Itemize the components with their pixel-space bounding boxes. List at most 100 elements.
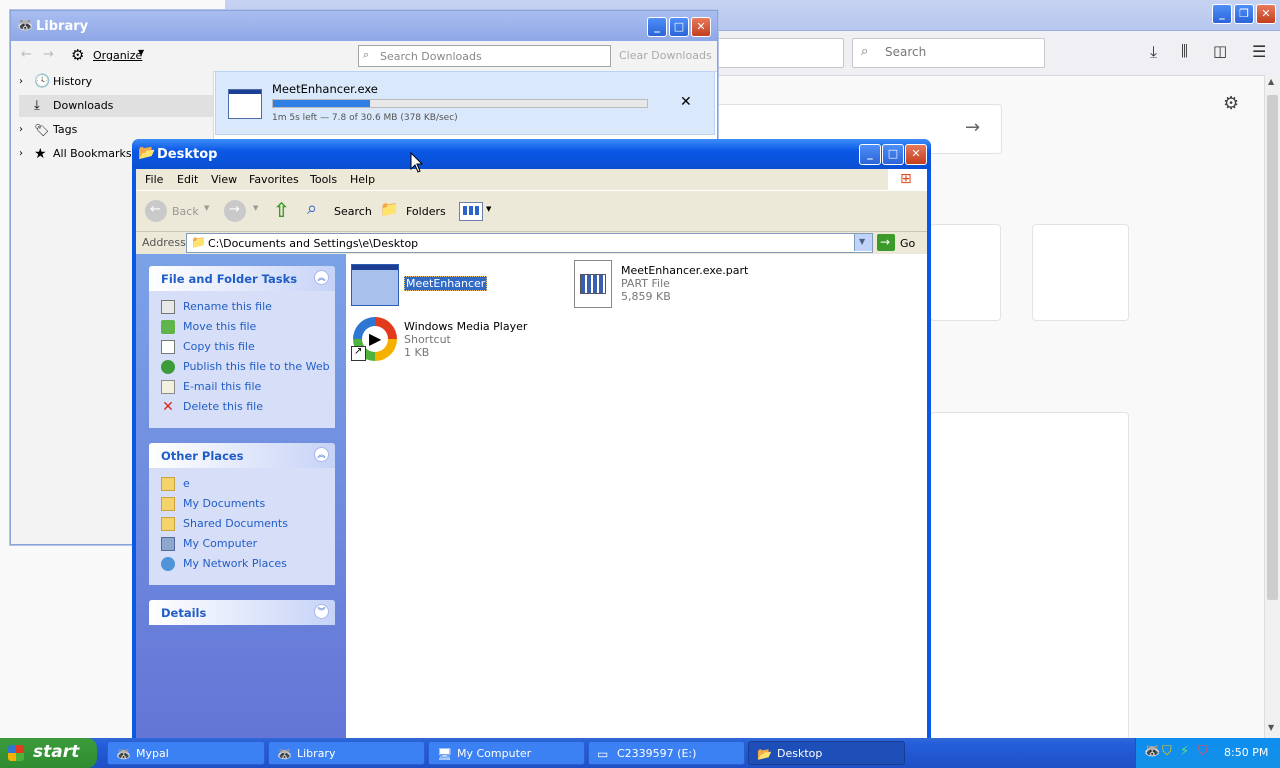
library-maximize-button[interactable]: □ (669, 17, 689, 37)
explorer-close-button[interactable]: ✕ (905, 144, 927, 165)
forward-arrow-icon[interactable]: → (43, 47, 54, 62)
expand-arrow-icon[interactable]: › (19, 143, 23, 165)
file-type: PART File (621, 277, 670, 290)
copy-file-task[interactable]: Copy this file (161, 338, 255, 356)
expand-arrow-icon[interactable]: › (19, 71, 23, 93)
file-item[interactable]: ▶ ↗ Windows Media Player Shortcut 1 KB (351, 316, 571, 366)
browser-minimize-button[interactable]: _ (1212, 4, 1232, 24)
go-button[interactable]: Go (900, 237, 915, 250)
place-my-computer[interactable]: My Computer (161, 535, 257, 553)
top-site-tile[interactable] (1032, 224, 1129, 321)
start-button[interactable]: start (0, 738, 97, 768)
clear-downloads-button[interactable]: Clear Downloads (619, 49, 712, 62)
file-size: 1 KB (404, 346, 430, 359)
search-button[interactable]: Search (334, 205, 372, 218)
publish-web-task[interactable]: Publish this file to the Web (161, 358, 330, 376)
move-file-task[interactable]: Move this file (161, 318, 256, 336)
place-network[interactable]: My Network Places (161, 555, 287, 573)
forward-icon[interactable]: → (224, 200, 246, 222)
back-icon[interactable]: ← (145, 200, 167, 222)
taskbar-button-my-computer[interactable]: 🖥 My Computer (428, 741, 585, 765)
security-shield-icon[interactable]: ⛉ (1162, 744, 1172, 759)
folders-icon[interactable]: 📁 (380, 200, 399, 218)
menu-help[interactable]: Help (350, 173, 375, 186)
library-titlebar[interactable]: 🦝 Library _ □ ✕ (11, 11, 717, 41)
explorer-minimize-button[interactable]: _ (859, 144, 881, 165)
taskbar-button-library[interactable]: 🦝 Library (268, 741, 425, 765)
taskbar-button-mypal[interactable]: 🦝 Mypal (107, 741, 265, 765)
browser-search-box[interactable]: ⌕ Search (852, 38, 1045, 68)
alert-shield-icon[interactable]: ⛉ (1198, 744, 1208, 759)
tree-item-tags[interactable]: › 🏷 Tags (19, 119, 213, 141)
explorer-maximize-button[interactable]: □ (882, 144, 904, 165)
browser-close-button[interactable]: ✕ (1256, 4, 1276, 24)
library-close-button[interactable]: ✕ (691, 17, 711, 37)
expand-arrow-icon[interactable]: › (19, 119, 23, 141)
taskbar: start 🦝 Mypal 🦝 Library 🖥 My Computer ▭ C233… (0, 738, 1280, 768)
address-input[interactable]: 📁 C:\Documents and Settings\e\Desktop ▼ (186, 233, 873, 253)
search-icon[interactable]: ⌕ (307, 198, 317, 219)
delete-file-task[interactable]: ✕ Delete this file (161, 398, 263, 416)
browser-url-bar[interactable] (716, 38, 844, 68)
menu-edit[interactable]: Edit (177, 173, 198, 186)
download-arrow-icon[interactable]: ⤓ (1150, 42, 1157, 62)
browser-restore-button[interactable]: ❐ (1234, 4, 1254, 24)
file-name[interactable]: MeetEnhancer (404, 276, 488, 291)
explorer-titlebar[interactable]: 📂 Desktop _ □ ✕ (132, 139, 931, 169)
menu-file[interactable]: File (145, 173, 163, 186)
back-arrow-icon[interactable]: ← (21, 47, 32, 62)
tray-icon[interactable]: 🦝 (1144, 744, 1160, 759)
clock-icon: 🕓 (34, 74, 51, 89)
taskbar-button-desktop[interactable]: 📂 Desktop (748, 741, 905, 765)
clock[interactable]: 8:50 PM (1224, 746, 1268, 759)
taskbar-button-drive-e[interactable]: ▭ C2339597 (E:) (588, 741, 745, 765)
gear-icon[interactable]: ⚙ (1223, 93, 1239, 114)
file-item[interactable]: MeetEnhancer.exe.part PART File 5,859 KB (574, 260, 824, 310)
scroll-down-icon[interactable]: ▼ (1268, 723, 1274, 732)
chevron-down-icon[interactable]: ▼ (253, 204, 258, 212)
search-downloads-input[interactable]: ⌕ Search Downloads (358, 45, 611, 67)
file-item[interactable]: MeetEnhancer (351, 262, 571, 308)
browser-scrollbar[interactable]: ▲ ▼ (1264, 75, 1280, 738)
email-file-task[interactable]: E-mail this file (161, 378, 261, 396)
views-icon[interactable] (459, 202, 483, 221)
menu-tools[interactable]: Tools (310, 173, 337, 186)
file-name: MeetEnhancer.exe.part (621, 264, 749, 277)
rename-file-task[interactable]: Rename this file (161, 298, 272, 316)
arrow-right-icon[interactable]: → (965, 117, 980, 138)
go-arrow-icon[interactable]: → (877, 234, 895, 251)
task-label: Delete this file (183, 400, 263, 413)
tree-item-downloads[interactable]: ⤓ Downloads (19, 95, 213, 117)
scrollbar-thumb[interactable] (1267, 95, 1278, 600)
place-label: My Computer (183, 537, 258, 550)
expand-icon[interactable]: ︾ (314, 604, 329, 619)
organize-button[interactable]: Organize (93, 49, 142, 62)
top-site-tile[interactable] (930, 224, 1001, 321)
place-shared-documents[interactable]: Shared Documents (161, 515, 288, 533)
collapse-icon[interactable]: ︽ (314, 270, 329, 285)
download-item[interactable]: MeetEnhancer.exe 1m 5s left — 7.8 of 30.… (215, 71, 715, 135)
collapse-icon[interactable]: ︽ (314, 447, 329, 462)
menu-favorites[interactable]: Favorites (249, 173, 299, 186)
library-minimize-button[interactable]: _ (647, 17, 667, 37)
explorer-body: File Edit View Favorites Tools Help ⊞ ← … (136, 169, 927, 738)
address-dropdown-button[interactable]: ▼ (854, 234, 872, 251)
back-button[interactable]: Back (172, 205, 199, 218)
chevron-down-icon[interactable]: ▼ (204, 204, 209, 212)
network-icon[interactable]: ⚡ (1180, 744, 1189, 759)
sidebar-icon[interactable]: ◫ (1213, 42, 1227, 60)
cancel-download-icon[interactable]: ✕ (680, 94, 692, 110)
tree-item-history[interactable]: › 🕓 History (19, 71, 213, 93)
panel-header[interactable]: Details ︾ (149, 600, 335, 625)
menu-view[interactable]: View (211, 173, 237, 186)
place-my-documents[interactable]: My Documents (161, 495, 265, 513)
chevron-down-icon[interactable]: ▼ (486, 205, 491, 213)
panel-header[interactable]: Other Places ︽ (149, 443, 335, 468)
folder-up-icon[interactable]: ⇧ (273, 198, 290, 222)
menu-icon[interactable]: ☰ (1252, 42, 1266, 61)
place-e[interactable]: e (161, 475, 190, 493)
scroll-up-icon[interactable]: ▲ (1268, 77, 1274, 86)
panel-header[interactable]: File and Folder Tasks ︽ (149, 266, 335, 291)
library-icon[interactable]: ⫼ (1181, 42, 1188, 60)
folders-button[interactable]: Folders (406, 205, 446, 218)
